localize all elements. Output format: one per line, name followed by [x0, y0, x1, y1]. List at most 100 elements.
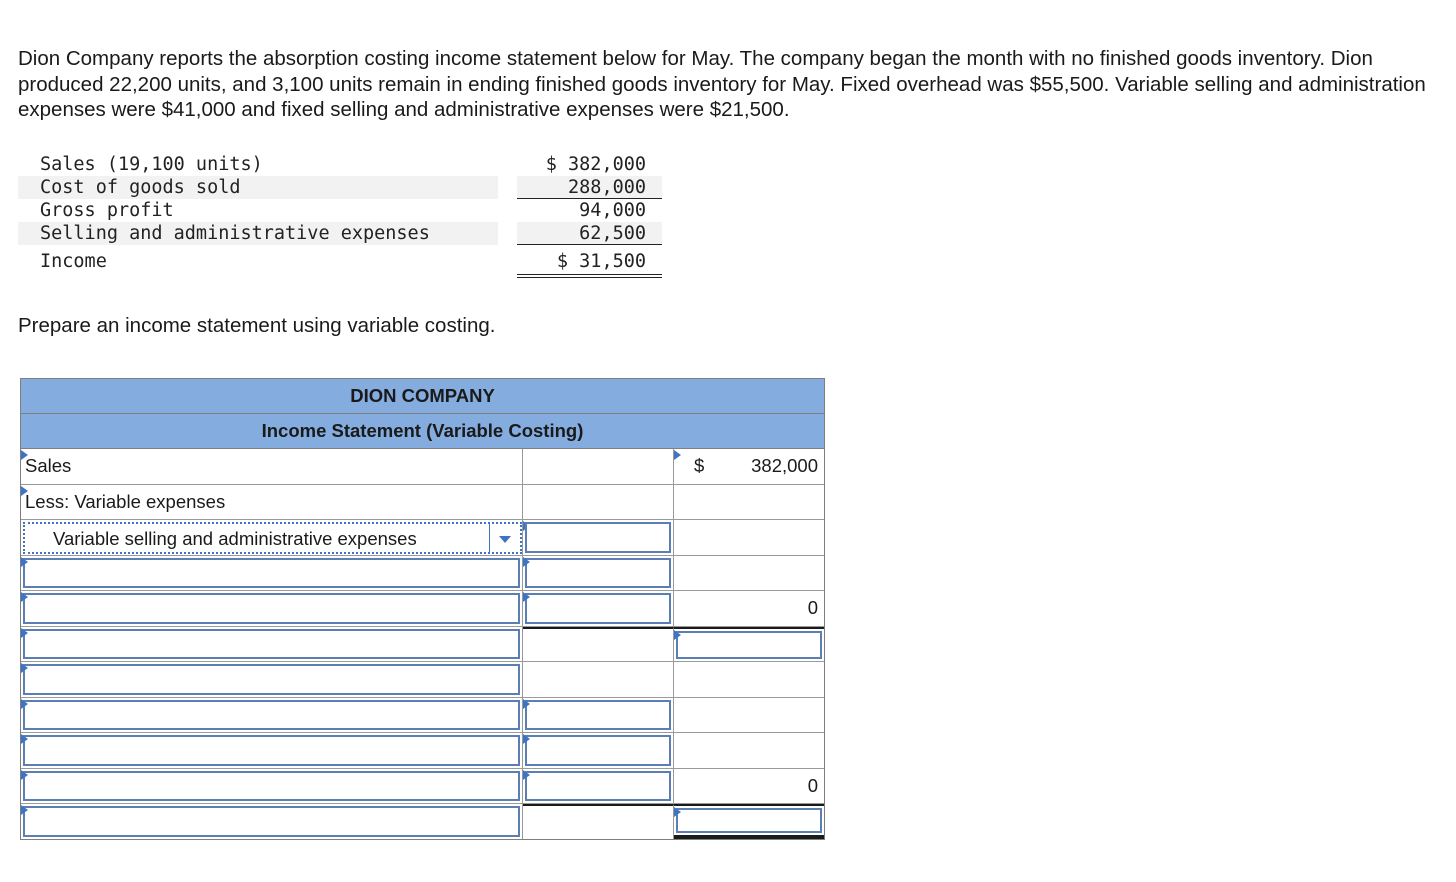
absorption-row-sales: Sales (19,100 units) $ 382,000 — [18, 153, 662, 176]
label-input[interactable] — [23, 699, 520, 730]
row-value: $ 382,000 — [545, 154, 646, 175]
amount-cell — [523, 768, 674, 803]
label-input[interactable] — [23, 628, 520, 659]
amount-cell — [523, 484, 674, 519]
row-label: Cost of goods sold — [18, 176, 498, 199]
computed-total: 0 — [807, 597, 818, 618]
table-row — [21, 662, 824, 698]
table-row — [21, 626, 824, 662]
row-value: 62,500 — [517, 222, 662, 245]
table-row: 0 — [21, 768, 824, 804]
label-cell: Sales — [21, 449, 523, 484]
total-cell — [674, 626, 824, 662]
input-flag-icon — [674, 629, 681, 640]
input-flag-icon — [21, 769, 28, 780]
table-row: Less: Variable expenses — [21, 484, 824, 520]
absorption-row-cogs: Cost of goods sold 288,000 — [18, 176, 662, 199]
table-row: Sales $ 382,000 — [21, 449, 824, 485]
total-cell: 0 — [674, 769, 824, 804]
row-value: 288,000 — [517, 176, 662, 199]
instruction-text: Prepare an income statement using variab… — [18, 314, 496, 337]
label-input[interactable] — [23, 735, 520, 766]
amount-input[interactable] — [525, 557, 671, 588]
amount-cell — [523, 804, 674, 839]
input-flag-icon — [523, 734, 530, 744]
label-cell — [21, 626, 523, 661]
label-cell — [21, 697, 523, 732]
label-cell — [21, 591, 523, 626]
amount-input[interactable] — [525, 735, 671, 766]
label-input[interactable] — [23, 806, 520, 837]
amount-cell — [523, 697, 674, 732]
dropdown-selected-value: Variable selling and administrative expe… — [53, 528, 417, 549]
statement-title: Income Statement (Variable Costing) — [21, 414, 824, 449]
amount-cell — [523, 662, 674, 697]
total-cell — [674, 733, 824, 768]
label-cell — [21, 733, 523, 768]
table-row: 0 — [21, 591, 824, 627]
row-label: Sales (19,100 units) — [40, 154, 263, 175]
total-cell — [674, 698, 824, 733]
input-flag-icon — [674, 807, 681, 817]
amount-input[interactable] — [525, 699, 671, 730]
absorption-row-income: Income $ 31,500 — [18, 245, 662, 278]
variable-costing-worksheet: DION COMPANY Income Statement (Variable … — [20, 378, 825, 840]
table-row — [21, 697, 824, 733]
amount-cell — [523, 555, 674, 590]
label-input[interactable] — [23, 664, 520, 695]
company-name: DION COMPANY — [21, 379, 824, 414]
total-cell: 0 — [674, 591, 824, 626]
amount-cell — [523, 591, 674, 626]
label-cell: Variable selling and administrative expe… — [21, 520, 523, 555]
total-cell: $ 382,000 — [674, 449, 824, 484]
label-cell — [21, 662, 523, 697]
absorption-income-statement: Sales (19,100 units) $ 382,000 Cost of g… — [18, 153, 662, 278]
input-flag-icon — [674, 450, 681, 460]
problem-description: Dion Company reports the absorption cost… — [18, 47, 1426, 121]
input-flag-icon — [523, 698, 530, 709]
row-label: Income — [40, 251, 107, 272]
input-flag-icon — [523, 769, 530, 780]
label-input[interactable] — [23, 557, 520, 588]
total-cell — [674, 662, 824, 697]
row-label: Sales — [25, 455, 72, 476]
label-cell — [21, 804, 523, 839]
table-row — [21, 804, 824, 839]
row-value: $ 31,500 — [517, 245, 662, 278]
absorption-row-sga: Selling and administrative expenses 62,5… — [18, 222, 662, 245]
total-cell — [674, 485, 824, 520]
label-input[interactable] — [23, 770, 520, 801]
amount-cell — [523, 520, 674, 555]
input-flag-icon — [21, 734, 28, 744]
table-row: Variable selling and administrative expe… — [21, 520, 824, 556]
table-row — [21, 555, 824, 591]
amount-cell — [523, 733, 674, 768]
input-flag-icon — [21, 698, 28, 709]
amount-input[interactable] — [525, 770, 671, 801]
row-label: Less: Variable expenses — [25, 490, 226, 512]
input-flag-icon — [21, 627, 28, 638]
amount-input[interactable] — [525, 593, 671, 624]
total-cell — [674, 804, 824, 839]
total-input[interactable] — [676, 808, 822, 833]
table-row — [21, 733, 824, 769]
row-value: 94,000 — [579, 200, 646, 221]
amount-input[interactable] — [525, 522, 671, 553]
total-cell — [674, 520, 824, 555]
label-cell — [21, 555, 523, 590]
label-cell: Less: Variable expenses — [21, 484, 523, 519]
absorption-row-gross-profit: Gross profit 94,000 — [18, 199, 662, 222]
amount-cell — [523, 626, 674, 661]
input-flag-icon — [21, 556, 28, 567]
total-cell — [674, 556, 824, 591]
label-cell — [21, 768, 523, 803]
total-value: 382,000 — [751, 455, 818, 476]
total-input[interactable] — [676, 630, 822, 659]
computed-total: 0 — [807, 774, 818, 796]
chevron-down-icon[interactable] — [489, 524, 520, 552]
currency-symbol: $ — [694, 455, 705, 476]
input-flag-icon — [21, 663, 28, 673]
label-input[interactable] — [23, 593, 520, 624]
row-label: Selling and administrative expenses — [18, 222, 498, 245]
expense-type-dropdown[interactable]: Variable selling and administrative expe… — [23, 522, 522, 554]
